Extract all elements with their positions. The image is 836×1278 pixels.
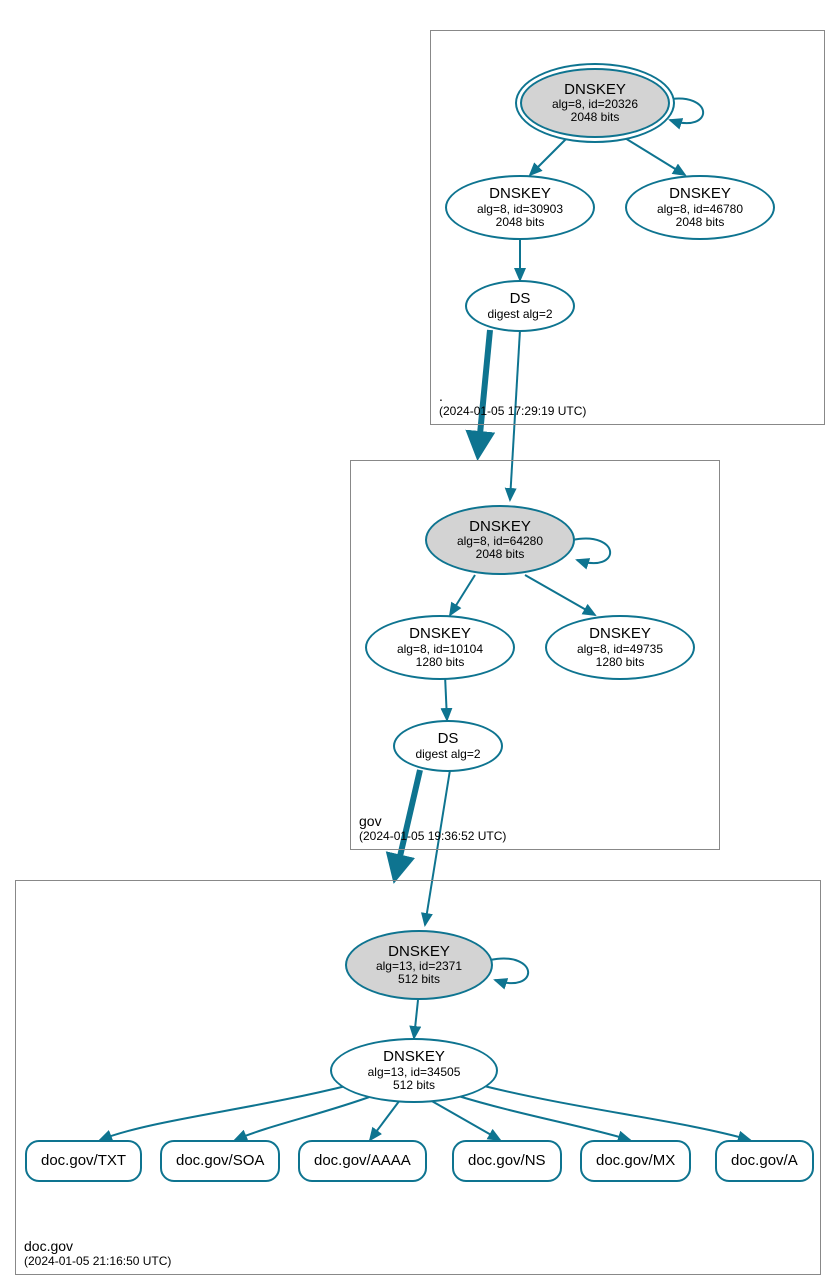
node-title: DNSKEY xyxy=(469,519,531,536)
node-line3: 2048 bits xyxy=(476,548,525,561)
node-line2: alg=8, id=30903 xyxy=(477,203,563,216)
record-label: doc.gov/TXT xyxy=(41,1153,126,1170)
node-line3: 1280 bits xyxy=(596,656,645,669)
record-label: doc.gov/SOA xyxy=(176,1153,264,1170)
node-line3: 2048 bits xyxy=(496,216,545,229)
record-txt: doc.gov/TXT xyxy=(25,1140,142,1182)
root-zsk1-node: DNSKEY alg=8, id=30903 2048 bits xyxy=(445,175,595,240)
docgov-ksk-node: DNSKEY alg=13, id=2371 512 bits xyxy=(345,930,493,1000)
zone-gov-label: gov (2024-01-05 19:36:52 UTC) xyxy=(359,813,506,843)
gov-ds-node: DS digest alg=2 xyxy=(393,720,503,772)
node-line2: alg=8, id=10104 xyxy=(397,643,483,656)
node-line2: alg=8, id=49735 xyxy=(577,643,663,656)
node-line3: 2048 bits xyxy=(571,111,620,124)
gov-zsk2-node: DNSKEY alg=8, id=49735 1280 bits xyxy=(545,615,695,680)
zone-gov-name: gov xyxy=(359,813,506,829)
zone-gov-timestamp: (2024-01-05 19:36:52 UTC) xyxy=(359,829,506,843)
node-title: DNSKEY xyxy=(388,944,450,961)
root-ksk-node: DNSKEY alg=8, id=20326 2048 bits xyxy=(520,68,670,138)
record-aaaa: doc.gov/AAAA xyxy=(298,1140,427,1182)
record-soa: doc.gov/SOA xyxy=(160,1140,280,1182)
node-title: DNSKEY xyxy=(383,1049,445,1066)
record-label: doc.gov/NS xyxy=(468,1153,546,1170)
node-line3: 512 bits xyxy=(393,1079,435,1092)
zone-root-name: . xyxy=(439,388,586,404)
zone-docgov-timestamp: (2024-01-05 21:16:50 UTC) xyxy=(24,1254,171,1268)
node-line3: 2048 bits xyxy=(676,216,725,229)
zone-root-timestamp: (2024-01-05 17:29:19 UTC) xyxy=(439,404,586,418)
node-title: DNSKEY xyxy=(589,626,651,643)
record-label: doc.gov/MX xyxy=(596,1153,675,1170)
zone-docgov-name: doc.gov xyxy=(24,1238,171,1254)
node-line2: alg=13, id=34505 xyxy=(368,1066,461,1079)
gov-ksk-node: DNSKEY alg=8, id=64280 2048 bits xyxy=(425,505,575,575)
record-ns: doc.gov/NS xyxy=(452,1140,562,1182)
node-title: DS xyxy=(438,731,459,748)
node-title: DNSKEY xyxy=(489,186,551,203)
record-label: doc.gov/A xyxy=(731,1153,798,1170)
record-a: doc.gov/A xyxy=(715,1140,814,1182)
node-title: DNSKEY xyxy=(669,186,731,203)
zone-docgov-label: doc.gov (2024-01-05 21:16:50 UTC) xyxy=(24,1238,171,1268)
node-title: DS xyxy=(510,291,531,308)
node-line3: 512 bits xyxy=(398,973,440,986)
node-line2: alg=8, id=46780 xyxy=(657,203,743,216)
node-line2: digest alg=2 xyxy=(487,308,552,321)
root-ds-node: DS digest alg=2 xyxy=(465,280,575,332)
docgov-zsk-node: DNSKEY alg=13, id=34505 512 bits xyxy=(330,1038,498,1103)
zone-root-label: . (2024-01-05 17:29:19 UTC) xyxy=(439,388,586,418)
node-title: DNSKEY xyxy=(564,82,626,99)
root-zsk2-node: DNSKEY alg=8, id=46780 2048 bits xyxy=(625,175,775,240)
node-line3: 1280 bits xyxy=(416,656,465,669)
node-line2: digest alg=2 xyxy=(415,748,480,761)
node-title: DNSKEY xyxy=(409,626,471,643)
record-label: doc.gov/AAAA xyxy=(314,1153,411,1170)
gov-zsk1-node: DNSKEY alg=8, id=10104 1280 bits xyxy=(365,615,515,680)
record-mx: doc.gov/MX xyxy=(580,1140,691,1182)
